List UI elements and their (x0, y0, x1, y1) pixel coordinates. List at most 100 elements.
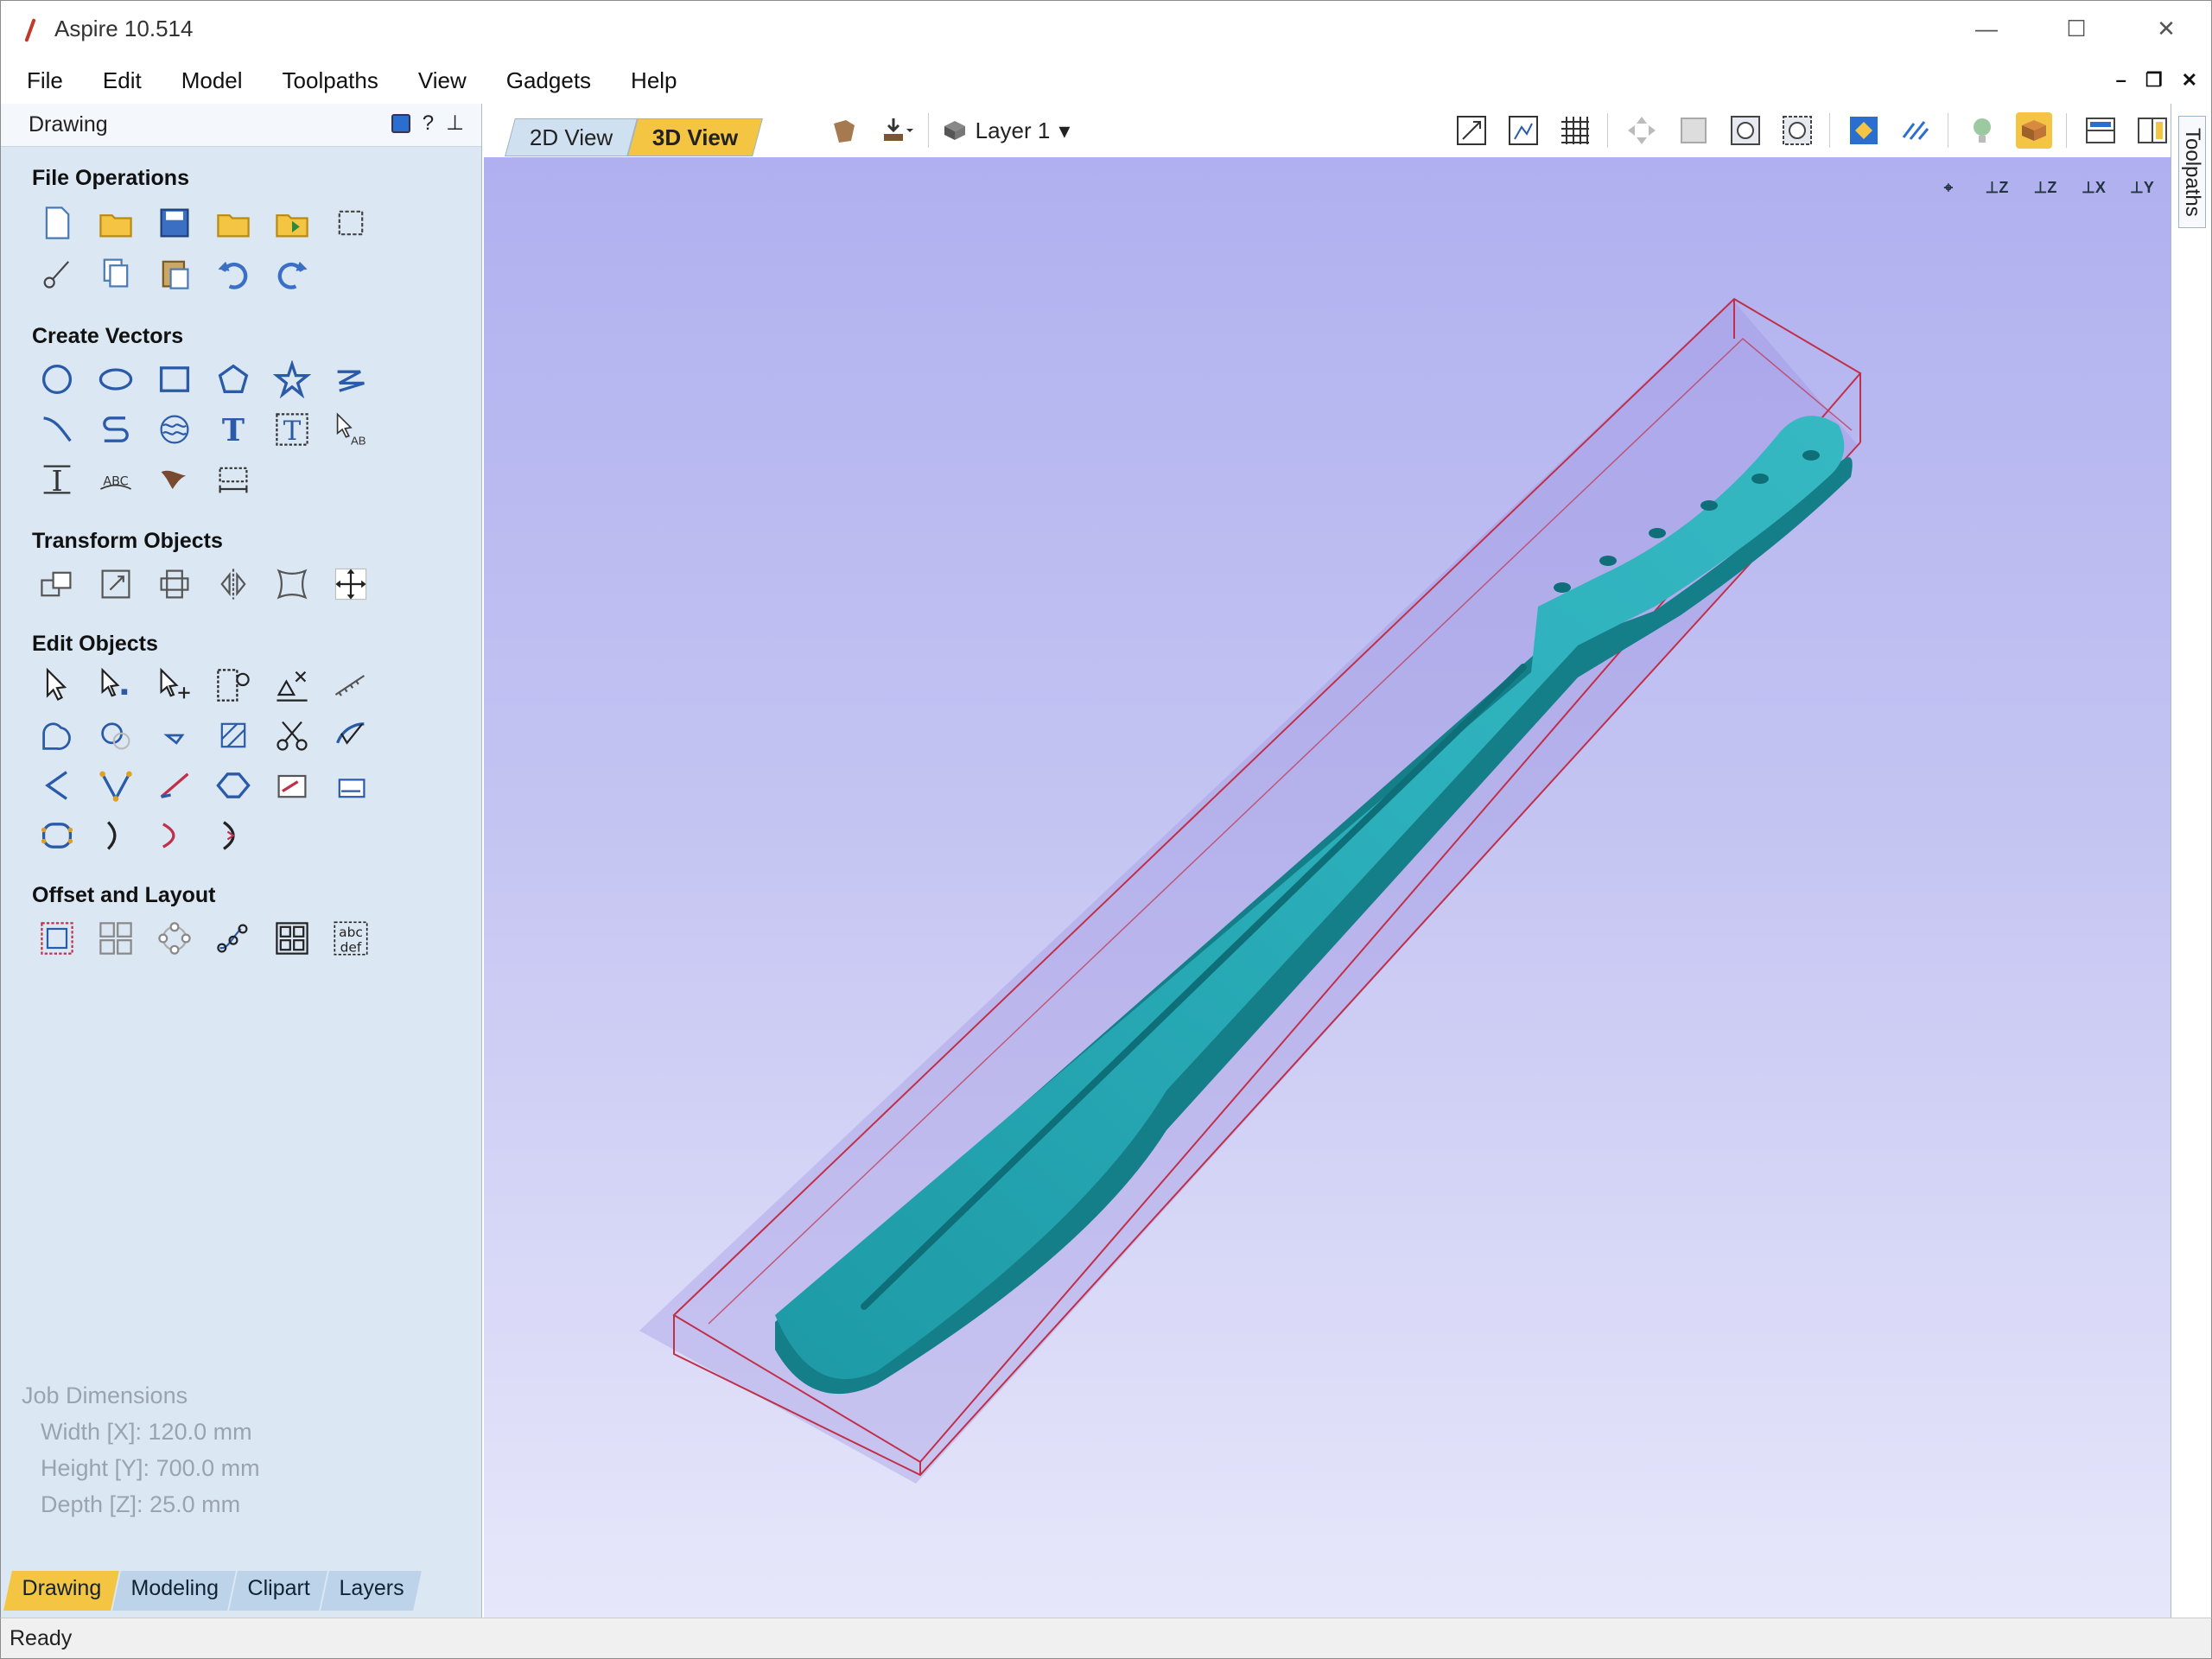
help-icon[interactable]: ? (423, 111, 434, 136)
menu-edit[interactable]: Edit (79, 67, 157, 94)
arc-icon[interactable] (92, 410, 139, 449)
view-2d-icon[interactable] (1505, 112, 1541, 149)
tab-2d-view[interactable]: 2D View (505, 118, 639, 156)
curve-fit-icon[interactable] (92, 816, 139, 855)
scissors-icon[interactable] (269, 715, 315, 755)
intersect-icon[interactable] (151, 715, 198, 755)
array-copy-icon[interactable] (92, 918, 139, 958)
circular-array-icon[interactable] (151, 918, 198, 958)
join-icon[interactable] (92, 766, 139, 805)
polygon-icon[interactable] (210, 359, 257, 399)
menu-view[interactable]: View (394, 67, 482, 94)
wave-icon[interactable] (151, 410, 198, 449)
zoom-out-icon[interactable] (1779, 112, 1815, 149)
bitmap-trace-icon[interactable] (151, 460, 198, 499)
node-edit-icon[interactable] (92, 665, 139, 705)
mirror-icon[interactable] (210, 564, 257, 604)
close-button[interactable]: ✕ (2121, 1, 2211, 57)
import-icon[interactable] (269, 203, 315, 243)
zoom-in-icon[interactable] (1727, 112, 1764, 149)
transform-select-icon[interactable] (151, 665, 198, 705)
menu-gadgets[interactable]: Gadgets (482, 67, 607, 94)
star-icon[interactable] (269, 359, 315, 399)
material-icon[interactable] (826, 112, 862, 149)
curve-icon[interactable] (34, 410, 80, 449)
layer-dropdown[interactable]: Layer 1 ▾ (941, 118, 1070, 144)
grid-icon[interactable] (1557, 112, 1593, 149)
open-folder-icon[interactable] (210, 203, 257, 243)
material-setup-icon[interactable] (2016, 112, 2052, 149)
smooth-icon[interactable] (327, 715, 374, 755)
copy-icon[interactable] (92, 253, 139, 293)
paste-icon[interactable] (151, 253, 198, 293)
rectangle-icon[interactable] (151, 359, 198, 399)
polyline-icon[interactable] (327, 359, 374, 399)
undo-icon[interactable] (210, 253, 257, 293)
3d-viewport[interactable]: ⌖ ⊥Z ⊥Z ⊥X ⊥Y (484, 157, 2171, 1618)
nesting-icon[interactable] (269, 918, 315, 958)
rotate-icon[interactable] (151, 564, 198, 604)
measure-icon[interactable] (327, 665, 374, 705)
align-icon[interactable] (327, 564, 374, 604)
distort-icon[interactable] (269, 564, 315, 604)
offset-curve-icon[interactable] (210, 766, 257, 805)
create-boundary-icon[interactable] (34, 816, 80, 855)
select-icon[interactable] (34, 665, 80, 705)
text-on-curve-icon[interactable]: I (34, 460, 80, 499)
pin-icon[interactable]: ⊥ (446, 111, 464, 136)
tab-drawing[interactable]: Drawing (3, 1571, 119, 1611)
menu-model[interactable]: Model (157, 67, 258, 94)
ellipse-icon[interactable] (92, 359, 139, 399)
tab-3d-view[interactable]: 3D View (627, 118, 764, 156)
tab-toolpaths[interactable]: Toolpaths (2178, 116, 2206, 228)
maximize-button[interactable]: ☐ (2031, 1, 2121, 57)
copy-along-vector-icon[interactable] (210, 918, 257, 958)
tab-modeling[interactable]: Modeling (111, 1571, 237, 1611)
doc-minimize-button[interactable]: – (2116, 69, 2126, 92)
move-icon[interactable] (34, 564, 80, 604)
extend-icon[interactable] (151, 766, 198, 805)
close-vector-icon[interactable] (269, 766, 315, 805)
show-vectors-icon[interactable] (1846, 112, 1882, 149)
menu-help[interactable]: Help (607, 67, 692, 94)
new-file-icon[interactable] (34, 203, 80, 243)
trim-icon[interactable] (327, 766, 374, 805)
hatch-icon[interactable] (210, 715, 257, 755)
job-setup-icon[interactable] (327, 203, 374, 243)
lighting-icon[interactable] (1964, 112, 2000, 149)
group-icon[interactable] (210, 665, 257, 705)
menu-toolpaths[interactable]: Toolpaths (258, 67, 394, 94)
auto-hide-icon[interactable] (391, 113, 410, 133)
split-vertical-icon[interactable] (2134, 112, 2171, 149)
weld-icon[interactable] (34, 715, 80, 755)
fillet-icon[interactable] (34, 766, 80, 805)
curve-fit-alt-icon[interactable] (210, 816, 257, 855)
auto-layout-icon[interactable]: abc def (327, 918, 374, 958)
curve-fit-red-icon[interactable] (151, 816, 198, 855)
redo-icon[interactable] (269, 253, 315, 293)
auto-text-icon[interactable]: T (269, 410, 315, 449)
tab-clipart[interactable]: Clipart (229, 1571, 328, 1611)
scale-icon[interactable] (92, 564, 139, 604)
open-file-icon[interactable] (92, 203, 139, 243)
ungroup-icon[interactable] (269, 665, 315, 705)
import-model-icon[interactable] (878, 112, 914, 149)
zoom-extents-icon[interactable] (1453, 112, 1490, 149)
zoom-box-icon[interactable] (1675, 112, 1712, 149)
select-text-icon[interactable]: AB (327, 410, 374, 449)
offset-icon[interactable] (34, 918, 80, 958)
doc-restore-button[interactable]: ❐ (2145, 69, 2163, 92)
dimension-icon[interactable] (210, 460, 257, 499)
text-icon[interactable]: T (210, 410, 257, 449)
save-file-icon[interactable] (151, 203, 198, 243)
tab-layers[interactable]: Layers (321, 1571, 423, 1611)
subtract-icon[interactable] (92, 715, 139, 755)
circle-icon[interactable] (34, 359, 80, 399)
split-horizontal-icon[interactable] (2082, 112, 2119, 149)
menu-file[interactable]: File (1, 67, 79, 94)
doc-close-button[interactable]: ✕ (2182, 69, 2197, 92)
pan-icon[interactable] (1624, 112, 1660, 149)
arc-text-icon[interactable]: ABC (92, 460, 139, 499)
cut-icon[interactable] (34, 253, 80, 293)
show-toolpaths-icon[interactable] (1897, 112, 1934, 149)
